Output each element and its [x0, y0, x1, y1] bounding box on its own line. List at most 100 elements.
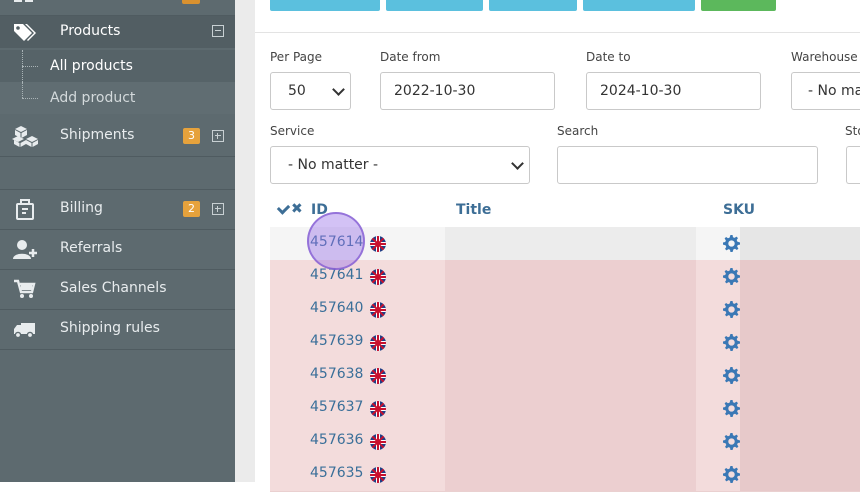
warehouse-value: - No ma	[808, 83, 860, 99]
table-row[interactable]: 457639	[270, 326, 860, 360]
sidebar-item-billing[interactable]: Billing 2	[0, 189, 235, 230]
column-header-sku[interactable]: SKU	[723, 202, 755, 218]
sidebar-item-shipments[interactable]: Shipments 3	[0, 116, 235, 157]
sidebar: Products All products Add product Shipme…	[0, 0, 235, 482]
uk-flag-icon	[370, 368, 386, 384]
expand-icon[interactable]	[212, 130, 224, 142]
sidebar-item-label: Billing	[60, 200, 103, 216]
sidebar-item-label: Sales Channels	[60, 280, 167, 296]
service-value: - No matter -	[288, 157, 379, 173]
divider	[255, 32, 860, 33]
toolbar-button-green[interactable]	[701, 0, 776, 11]
toolbar-button[interactable]	[270, 0, 380, 11]
stock-label: Sto	[845, 124, 860, 138]
uk-flag-icon	[370, 335, 386, 351]
service-label: Service	[270, 124, 315, 138]
table-row[interactable]: 457640	[270, 293, 860, 327]
toolbar-button[interactable]	[386, 0, 483, 11]
billing-icon	[16, 199, 34, 220]
sidebar-item-shipping-rules[interactable]: Shipping rules	[0, 309, 235, 350]
gear-icon[interactable]	[723, 433, 740, 450]
tags-icon	[14, 24, 36, 41]
title-cell-blurred	[445, 293, 696, 326]
stock-select[interactable]	[846, 146, 860, 184]
sku-cell-blurred	[740, 293, 860, 326]
select-all-check-icon[interactable]	[276, 201, 291, 215]
product-id-link[interactable]: 457636	[310, 432, 363, 448]
product-id-link[interactable]: 457640	[310, 300, 363, 316]
title-cell-blurred	[445, 425, 696, 458]
uk-flag-icon	[370, 467, 386, 483]
click-indicator	[307, 212, 365, 270]
shipments-count-badge: 3	[183, 128, 200, 144]
date-from-input[interactable]: 2022-10-30	[380, 72, 555, 110]
title-cell-blurred	[445, 260, 696, 293]
per-page-value: 50	[288, 83, 306, 99]
service-select[interactable]: - No matter -	[270, 146, 530, 184]
title-cell-blurred	[445, 392, 696, 425]
per-page-select[interactable]: 50	[270, 72, 351, 110]
tree-line	[22, 98, 38, 99]
collapse-icon[interactable]	[212, 25, 224, 37]
product-id-link[interactable]: 457639	[310, 333, 363, 349]
chevron-down-icon	[511, 157, 524, 170]
table-row[interactable]: 457637	[270, 392, 860, 426]
date-to-label: Date to	[586, 50, 631, 64]
gear-icon[interactable]	[723, 466, 740, 483]
chevron-down-icon	[332, 83, 345, 96]
sku-cell-blurred	[740, 425, 860, 458]
gear-icon[interactable]	[723, 334, 740, 351]
title-cell-blurred	[445, 227, 696, 260]
sidebar-item-label: Products	[60, 23, 121, 39]
sidebar-subitem-label: Add product	[50, 90, 136, 106]
sidebar-item-label: Shipments	[60, 127, 135, 143]
warehouse-label: Warehouse	[791, 50, 858, 64]
sidebar-item-label: Referrals	[60, 240, 123, 256]
sidebar-item-products[interactable]: Products	[0, 16, 235, 48]
toolbar-button[interactable]	[489, 0, 577, 11]
date-from-label: Date from	[380, 50, 441, 64]
sku-cell-blurred	[740, 458, 860, 491]
gear-icon[interactable]	[723, 367, 740, 384]
sidebar-item-referrals[interactable]: Referrals	[0, 229, 235, 270]
gear-icon[interactable]	[723, 400, 740, 417]
uk-flag-icon	[370, 269, 386, 285]
sidebar-subitem-all-products[interactable]: All products	[0, 50, 235, 82]
expand-icon[interactable]	[212, 203, 224, 215]
warehouse-select[interactable]: - No ma	[791, 72, 860, 110]
cart-icon	[14, 279, 36, 298]
deselect-all-x-icon[interactable]: ✖	[291, 201, 303, 217]
sidebar-item-label: Shipping rules	[60, 320, 160, 336]
toolbar-button[interactable]	[583, 0, 695, 11]
sku-cell-blurred	[740, 326, 860, 359]
gear-icon[interactable]	[723, 301, 740, 318]
table-row[interactable]: 457641	[270, 260, 860, 294]
boxes-icon	[12, 126, 38, 147]
sidebar-subitem-add-product[interactable]: Add product	[0, 82, 235, 114]
sku-cell-blurred	[740, 227, 860, 260]
sidebar-subitem-label: All products	[50, 58, 133, 74]
sidebar-item-sales-channels[interactable]: Sales Channels	[0, 269, 235, 310]
dashboard-badge	[182, 0, 200, 4]
sku-cell-blurred	[740, 359, 860, 392]
search-input[interactable]	[557, 146, 818, 184]
search-label: Search	[557, 124, 599, 138]
title-cell-blurred	[445, 458, 696, 491]
table-row[interactable]: 457636	[270, 425, 860, 459]
table-row[interactable]: 457635	[270, 458, 860, 492]
billing-count-badge: 2	[183, 201, 200, 217]
gear-icon[interactable]	[723, 268, 740, 285]
column-header-title[interactable]: Title	[456, 202, 491, 218]
user-plus-icon	[13, 240, 37, 259]
tree-line	[22, 66, 38, 67]
gear-icon[interactable]	[723, 235, 740, 252]
product-id-link[interactable]: 457638	[310, 366, 363, 382]
product-id-link[interactable]: 457637	[310, 399, 363, 415]
title-cell-blurred	[445, 359, 696, 392]
table-row[interactable]: 457638	[270, 359, 860, 393]
sidebar-item-dashboard[interactable]	[0, 0, 235, 16]
uk-flag-icon	[370, 434, 386, 450]
tree-line	[22, 82, 23, 98]
date-to-input[interactable]: 2024-10-30	[586, 72, 761, 110]
product-id-link[interactable]: 457635	[310, 465, 363, 481]
